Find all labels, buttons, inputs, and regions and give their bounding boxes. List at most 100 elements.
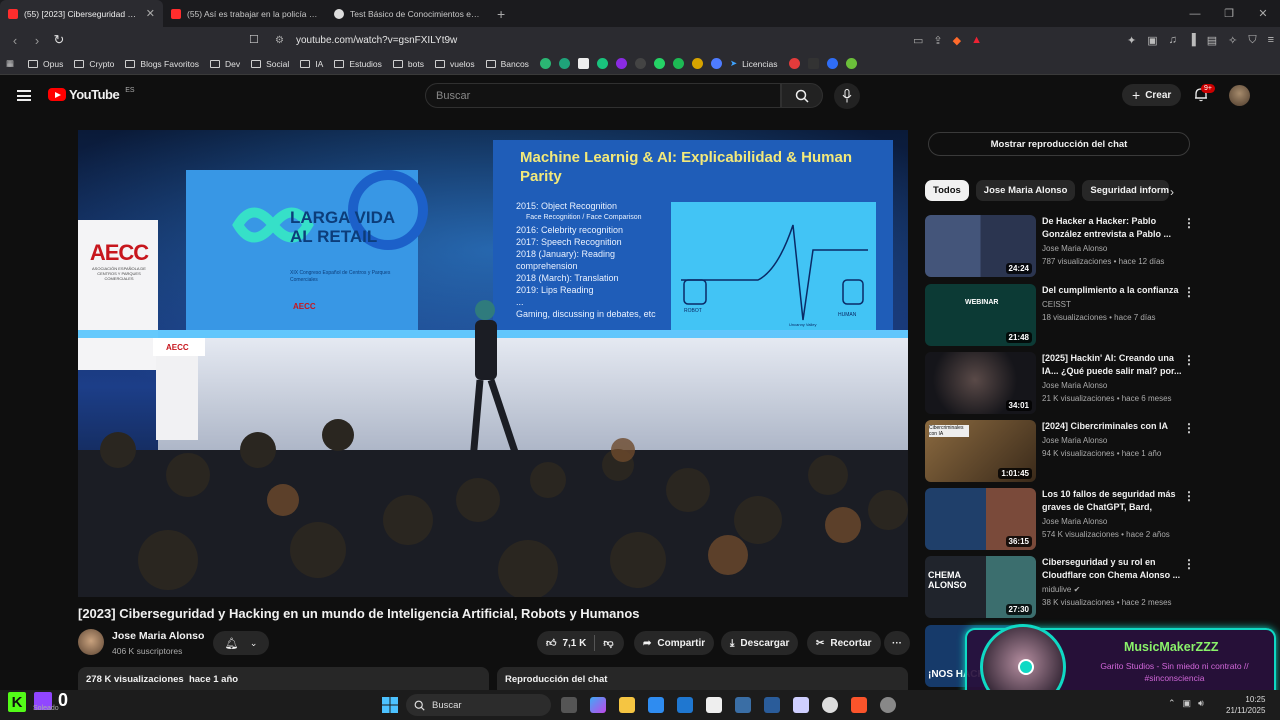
app-icon[interactable] [735,697,751,713]
notion-icon[interactable] [706,697,722,713]
bookmark-folder[interactable]: Social [251,59,289,69]
rec-channel[interactable]: Jose Maria Alonso [1042,517,1107,526]
minimize-icon[interactable]: — [1178,8,1212,20]
brave-icon[interactable] [851,697,867,713]
terminal-icon[interactable] [764,697,780,713]
whatsapp-icon[interactable] [653,58,665,69]
chevron-right-icon[interactable]: › [1170,185,1174,199]
chip-security[interactable]: Seguridad informá [1082,180,1170,201]
channel-avatar[interactable] [78,629,104,655]
video-thumbnail[interactable]: WEBINAR 21:48 [925,284,1036,346]
recommended-video[interactable]: 24:24 De Hacker a Hacker: Pablo González… [925,215,1195,277]
subscription-bell-button[interactable]: 🔔︎ ⌄ [213,631,269,655]
volume-icon[interactable]: 🔊︎ [1198,698,1204,709]
bookmark-site-icon[interactable] [558,58,570,69]
extensions-icon[interactable]: ✦ [1127,34,1136,47]
brave-shield-icon[interactable]: ◆ [953,34,961,47]
close-tab-icon[interactable]: ✕ [146,7,155,20]
share-icon[interactable]: ⇪ [933,34,942,47]
video-thumbnail[interactable]: 36:15 [925,488,1036,550]
chip-channel[interactable]: Jose Maria Alonso [975,180,1076,201]
more-vertical-icon[interactable]: ⋮ [1183,285,1195,299]
video-thumbnail[interactable]: CHEMA ALONSO 27:30 [925,556,1036,618]
restore-icon[interactable]: ❐ [1212,7,1246,20]
rec-title[interactable]: Del cumplimiento a la confianza [1042,284,1182,297]
recommended-video[interactable]: WEBINAR 21:48 Del cumplimiento a la conf… [925,284,1195,346]
powershell-icon[interactable] [793,697,809,713]
bookmark-folder[interactable]: IA [300,59,323,69]
voice-search-button[interactable] [834,83,860,109]
more-vertical-icon[interactable]: ⋮ [1183,216,1195,230]
music-icon[interactable]: ♫ [1169,34,1177,46]
more-actions-button[interactable]: ··· [884,631,910,655]
rec-title[interactable]: Ciberseguridad y su rol en Cloudflare co… [1042,556,1182,581]
rec-title[interactable]: Los 10 fallos de seguridad más graves de… [1042,488,1182,513]
more-vertical-icon[interactable]: ⋮ [1183,489,1195,503]
bookmark-folder[interactable]: vuelos [435,59,475,69]
dislike-icon[interactable]: 👎︎ [603,637,613,649]
bookmark-folder[interactable]: Bancos [485,59,529,69]
chevron-up-icon[interactable]: ⌃ [1168,698,1176,709]
bookmark-folder[interactable]: bots [392,59,424,69]
system-clock[interactable]: 10:25 21/11/2025 [1226,694,1265,716]
bookmark-site-icon[interactable] [845,58,857,69]
create-button[interactable]: + Crear [1122,84,1182,106]
menu-icon[interactable]: ≡ [1268,34,1274,46]
vpn-icon[interactable]: ⛉ [1248,34,1256,47]
bookmark-site-icon[interactable] [596,58,608,69]
url-text[interactable]: youtube.com/watch?v=gsnFXILYt9w [296,35,457,46]
task-view-icon[interactable] [561,697,577,713]
file-explorer-icon[interactable] [619,697,635,713]
rec-title[interactable]: De Hacker a Hacker: Pablo González entre… [1042,215,1182,240]
github-icon[interactable] [822,697,838,713]
taskbar-search[interactable]: Buscar [406,694,551,716]
spotify-icon[interactable] [672,58,684,69]
copilot-icon[interactable] [590,697,606,713]
wallet-icon[interactable]: ▤ [1207,34,1217,47]
share-button[interactable]: ➦ Compartir [634,631,715,655]
more-vertical-icon[interactable]: ⋮ [1183,421,1195,435]
rec-channel[interactable]: Jose Maria Alonso [1042,436,1107,445]
video-player[interactable]: AECC ASOCIACIÓN ESPAÑOLA DE CENTROS Y PA… [78,130,908,597]
rec-channel[interactable]: CEISST [1042,300,1071,309]
search-input[interactable]: Buscar [425,83,781,108]
reload-icon[interactable]: ↻ [48,32,70,48]
download-button[interactable]: ⤓ Descargar [721,631,799,655]
video-thumbnail[interactable]: 34:01 [925,352,1036,414]
more-vertical-icon[interactable]: ⋮ [1183,557,1195,571]
recommended-video[interactable]: 36:15 Los 10 fallos de seguridad más gra… [925,488,1195,550]
hamburger-menu-icon[interactable] [17,90,31,101]
rec-title[interactable]: [2025] Hackin' AI: Creando una IA... ¿Qu… [1042,352,1182,377]
address-bar[interactable]: ⚙ youtube.com/watch?v=gsnFXILYt9w ▭ ⇪ ◆ … [245,30,990,50]
like-count[interactable]: 7,1 K [562,638,586,649]
chip-all[interactable]: Todos [925,180,969,201]
network-icon[interactable]: ▣ [1183,698,1192,709]
rec-channel[interactable]: Jose Maria Alonso [1042,381,1107,390]
browser-tab[interactable]: (55) Así es trabajar en la policía com [163,0,326,27]
bookmark-folder[interactable]: Dev [210,59,240,69]
forward-icon[interactable]: › [26,33,48,48]
rec-title[interactable]: [2024] Cibercriminales con IA [1042,420,1182,433]
ai-icon[interactable]: ✧ [1228,34,1237,47]
youtube-logo[interactable]: YouTube ES [48,87,135,102]
rec-channel-row[interactable]: midulive ✔ [1042,585,1080,594]
bookmark-site-icon[interactable] [710,58,722,69]
browser-tab[interactable]: (55) [2023] Ciberseguridad y Hacking ✕ [0,0,163,27]
video-thumbnail[interactable]: Cibercriminales con IA 1:01:45 [925,420,1036,482]
clip-button[interactable]: ✂ Recortar [807,631,881,655]
apps-grid-icon[interactable]: ▦ [6,58,14,69]
new-tab-icon[interactable]: + [497,6,505,22]
store-icon[interactable] [648,697,664,713]
bookmark-folder[interactable]: Crypto [74,59,114,69]
bookmark-folder[interactable]: Estudios [334,59,382,69]
channel-name[interactable]: Jose Maria Alonso [112,630,204,642]
bookmark-site-icon[interactable] [539,58,551,69]
bookmark-site-icon[interactable] [615,58,627,69]
search-button[interactable] [781,83,823,108]
bookmark-folder[interactable]: Blogs Favoritos [125,59,199,69]
windows-start-icon[interactable] [382,697,398,713]
sidebar-icon[interactable]: ▐ [1188,34,1196,46]
cast-icon[interactable]: ▭ [913,34,923,47]
like-icon[interactable]: 👍︎ [546,637,556,649]
rec-channel[interactable]: Jose Maria Alonso [1042,244,1107,253]
